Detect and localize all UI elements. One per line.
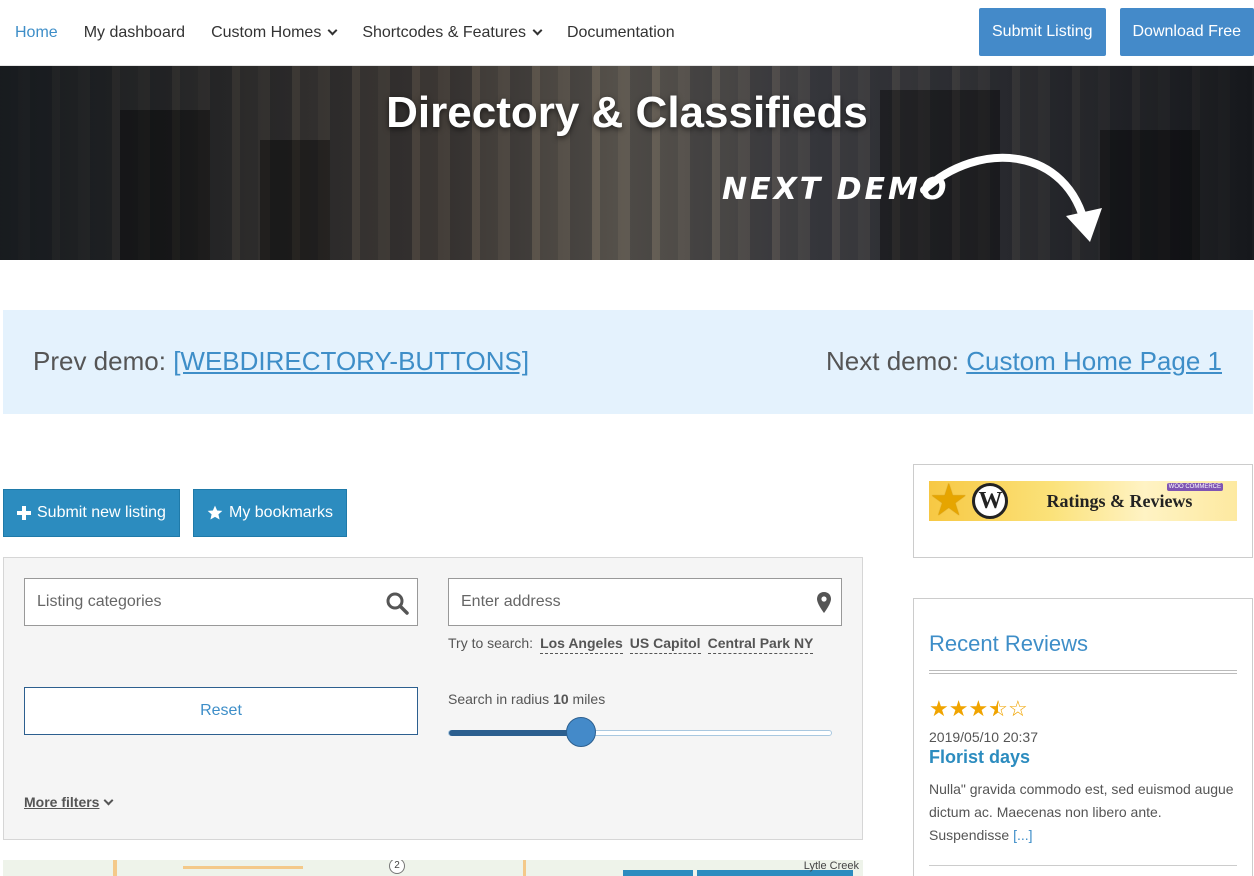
star-half-icon: ☆★ [988, 696, 1008, 721]
search-panel: Listing categories Enter address Try to … [3, 557, 863, 840]
map-place-label: Lytle Creek [803, 860, 859, 872]
plus-icon [17, 506, 31, 520]
nav-home[interactable]: Home [15, 24, 58, 42]
nav-custom-homes[interactable]: Custom Homes [211, 23, 338, 42]
demo-navigation-bar: Prev demo: [WEBDIRECTORY-BUTTONS] Next d… [3, 310, 1253, 414]
radius-value: 10 [553, 691, 569, 707]
review-title[interactable]: Florist days [929, 747, 1030, 768]
hero-banner: Directory & Classifieds NEXT DEMO [0, 66, 1254, 260]
radius-unit: miles [572, 691, 606, 707]
chevron-down-icon [327, 25, 338, 36]
chevron-down-icon [532, 25, 543, 36]
hero-building-shape [260, 140, 330, 260]
star-icon [207, 505, 223, 520]
nav-custom-homes-label: Custom Homes [211, 23, 322, 41]
listing-categories-input[interactable]: Listing categories [24, 578, 418, 626]
review-divider [929, 865, 1237, 866]
heading-divider [929, 670, 1237, 674]
map-type-control[interactable] [623, 870, 693, 876]
nav-my-dashboard[interactable]: My dashboard [84, 24, 185, 42]
prev-demo-label: Prev demo: [33, 346, 166, 376]
next-demo-label[interactable]: NEXT DEMO [722, 172, 949, 207]
prev-demo: Prev demo: [WEBDIRECTORY-BUTTONS] [33, 346, 529, 377]
wordpress-logo-icon: W [972, 483, 1009, 519]
nav-my-dashboard-label: My dashboard [83, 23, 186, 41]
download-free-button[interactable]: Download Free [1119, 8, 1254, 56]
star-icon: ★ [929, 476, 969, 525]
star-full-icon: ★ [929, 696, 949, 721]
try-to-search: Try to search: Los Angeles US Capitol Ce… [448, 635, 814, 654]
radius-slider-handle[interactable] [566, 717, 596, 747]
star-full-icon: ★ [968, 696, 989, 721]
nav-shortcodes-label: Shortcodes & Features [362, 23, 526, 41]
next-demo-link[interactable]: Custom Home Page 1 [966, 346, 1222, 376]
map-road [113, 860, 117, 876]
map-road [183, 866, 303, 869]
address-placeholder: Enter address [461, 593, 561, 610]
route-marker: 2 [389, 860, 405, 874]
address-input[interactable]: Enter address [448, 578, 842, 626]
banner-text: Ratings & Reviews [1046, 490, 1193, 511]
map[interactable]: 2 Lytle Creek [3, 860, 863, 876]
reset-button[interactable]: Reset [24, 687, 418, 735]
search-suggestion-los-angeles[interactable]: Los Angeles [540, 635, 623, 654]
more-filters-toggle[interactable]: More filters [24, 794, 114, 810]
my-bookmarks-button[interactable]: My bookmarks [193, 489, 348, 537]
ratings-reviews-banner[interactable]: ★ W Ratings & Reviews WOO COMMERCE [929, 476, 1237, 525]
search-icon[interactable] [385, 591, 409, 615]
review-excerpt-text: Nulla" gravida commodo est, sed euismod … [929, 781, 1234, 843]
top-navigation: Home My dashboard Custom Homes Shortcode… [0, 0, 1254, 66]
radius-slider[interactable] [448, 717, 832, 747]
radius-label: Search in radius 10 miles [448, 691, 605, 707]
radius-prefix: Search in radius [448, 691, 550, 707]
review-date: 2019/05/10 20:37 [929, 729, 1038, 745]
listing-categories-placeholder: Listing categories [37, 593, 162, 610]
next-demo-label-text: Next demo: [826, 346, 959, 376]
recent-reviews-heading: Recent Reviews [929, 631, 1088, 656]
more-filters-label: More filters [24, 794, 100, 810]
map-marker-icon[interactable] [815, 591, 833, 615]
review-read-more-link[interactable]: [...] [1013, 827, 1032, 843]
submit-new-listing-label: Submit new listing [37, 504, 166, 521]
recent-reviews-widget: Recent Reviews ★★★☆★☆ 2019/05/10 20:37 F… [913, 598, 1253, 876]
search-suggestion-us-capitol[interactable]: US Capitol [629, 635, 701, 654]
ratings-banner-widget: ★ W Ratings & Reviews WOO COMMERCE [913, 464, 1253, 558]
search-suggestion-central-park[interactable]: Central Park NY [707, 635, 814, 654]
nav-shortcodes-features[interactable]: Shortcodes & Features [362, 23, 543, 42]
prev-demo-link[interactable]: [WEBDIRECTORY-BUTTONS] [173, 346, 529, 376]
main-menu: Home My dashboard Custom Homes Shortcode… [0, 24, 675, 42]
curved-arrow-icon [920, 153, 1102, 242]
star-full-icon: ★ [948, 696, 969, 721]
header-actions: Submit Listing Download Free [979, 8, 1254, 56]
try-to-search-label: Try to search: [448, 635, 534, 651]
map-road [523, 860, 526, 876]
my-bookmarks-label: My bookmarks [229, 504, 334, 521]
nav-documentation-label: Documentation [566, 23, 675, 41]
hero-building-shape [1100, 130, 1200, 260]
chevron-down-icon [104, 795, 114, 805]
hero-title: Directory & Classifieds [386, 88, 868, 137]
star-empty-icon: ☆ [1007, 696, 1028, 721]
submit-listing-button[interactable]: Submit Listing [979, 8, 1106, 56]
submit-new-listing-button[interactable]: Submit new listing [3, 489, 180, 537]
nav-documentation[interactable]: Documentation [567, 24, 675, 42]
woocommerce-badge: WOO COMMERCE [1166, 483, 1223, 491]
review-excerpt: Nulla" gravida commodo est, sed euismod … [929, 778, 1239, 847]
radius-slider-fill [449, 730, 581, 736]
review-rating: ★★★☆★☆ [929, 698, 1028, 720]
next-demo: Next demo: Custom Home Page 1 [826, 346, 1222, 377]
nav-home-label: Home [15, 23, 58, 41]
